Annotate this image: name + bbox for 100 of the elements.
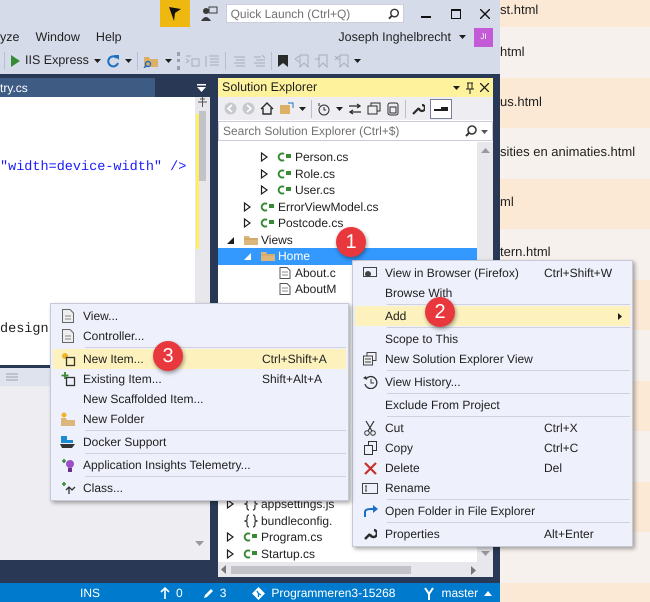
tree-item[interactable]: User.cs <box>218 182 340 198</box>
insert-mode: INS <box>80 586 100 600</box>
link-text[interactable]: tern.html <box>500 242 551 262</box>
menu-item[interactable]: Window <box>27 28 88 46</box>
cut-icon <box>364 420 376 436</box>
menu-item[interactable]: Rename <box>355 478 630 498</box>
caret-up-icon[interactable] <box>484 590 492 596</box>
expander-icon[interactable] <box>259 184 269 196</box>
expander-icon[interactable] <box>225 498 235 510</box>
menu-item[interactable]: Open Folder in File Explorer <box>355 501 630 521</box>
collapse-all-icon[interactable] <box>367 102 381 115</box>
csharp-file-icon <box>277 151 293 164</box>
caret-icon[interactable] <box>164 58 172 62</box>
tree-item[interactable]: Startup.cs <box>218 546 320 562</box>
history-icon[interactable] <box>317 102 331 116</box>
home-icon[interactable] <box>260 102 274 115</box>
search-icon[interactable] <box>465 125 477 137</box>
expander-icon[interactable] <box>225 548 235 560</box>
tree-item[interactable]: Role.cs <box>218 166 340 182</box>
menu-item[interactable]: Existing Item... Shift+Alt+A <box>53 369 346 389</box>
class-icon <box>60 481 76 495</box>
show-all-files-icon[interactable] <box>386 102 400 116</box>
feedback-button[interactable] <box>160 0 190 27</box>
caret-icon[interactable] <box>459 35 466 40</box>
menu-item[interactable]: Docker Support <box>53 432 346 452</box>
caret-icon[interactable] <box>354 58 361 62</box>
branch-icon[interactable] <box>423 586 436 600</box>
menu-item[interactable]: New Folder <box>53 409 346 429</box>
close-icon[interactable] <box>480 8 490 18</box>
delete-icon <box>364 462 376 474</box>
link-text[interactable]: st.html <box>500 0 538 20</box>
repository-name: Programmeren3-15268 <box>271 584 396 602</box>
close-icon[interactable] <box>480 83 489 92</box>
split-handle-icon[interactable] <box>198 97 207 107</box>
tree-item[interactable]: bundleconfig. <box>218 512 336 529</box>
user-name[interactable]: Joseph Inghelbrecht <box>338 28 451 46</box>
wrench-icon[interactable] <box>411 102 425 116</box>
scroll-thumb[interactable] <box>199 111 206 181</box>
up-arrow-icon[interactable] <box>160 587 170 600</box>
menu-item[interactable]: View History... <box>355 372 630 392</box>
menu-item[interactable]: Scope to This <box>355 329 630 349</box>
menu-item[interactable]: New Solution Explorer View <box>355 349 630 369</box>
menu-item[interactable]: View... <box>53 306 346 326</box>
expander-icon[interactable] <box>259 168 269 180</box>
menu-item[interactable]: Help <box>88 28 130 46</box>
switch-arrows-icon[interactable] <box>348 102 362 114</box>
tree-item[interactable]: Program.cs <box>218 529 326 546</box>
link-text[interactable]: us.html <box>500 92 542 112</box>
csharp-file-icon <box>277 184 293 196</box>
menu-item[interactable]: Class... <box>53 478 346 498</box>
docker-icon <box>60 435 76 449</box>
document-tab[interactable]: try.cs <box>0 78 155 97</box>
menu-item[interactable]: Exclude From Project <box>355 395 630 415</box>
search-field[interactable]: Search Solution Explorer (Ctrl+$) <box>218 121 493 141</box>
menu-item[interactable]: Application Insights Telemetry... <box>53 455 346 475</box>
caret-icon[interactable] <box>299 106 306 110</box>
link-text[interactable]: sities en animaties.html <box>500 142 636 162</box>
shortcut-text: Ctrl+C <box>544 440 580 457</box>
link-text[interactable]: html <box>500 42 525 62</box>
tree-item[interactable]: Person.cs <box>218 149 352 166</box>
menu-item[interactable]: Cut Ctrl+X <box>355 418 630 438</box>
tree-item[interactable]: ErrorViewModel.cs <box>218 198 382 215</box>
link-text[interactable]: ml <box>500 192 514 212</box>
menu-item[interactable]: Copy Ctrl+C <box>355 438 630 458</box>
scroll-thumb[interactable] <box>231 566 411 574</box>
tab-menu-icon[interactable] <box>197 84 206 92</box>
expander-icon[interactable] <box>242 217 252 230</box>
scroll-down-icon[interactable] <box>480 551 490 556</box>
expander-icon[interactable] <box>242 200 252 213</box>
tree-item[interactable]: About.c <box>218 264 340 281</box>
menu-item[interactable]: Properties Alt+Enter <box>355 524 630 544</box>
pencil-icon[interactable] <box>202 588 214 599</box>
bookmark-icon[interactable] <box>276 54 289 68</box>
caret-icon[interactable] <box>453 86 460 90</box>
sync-icon[interactable] <box>279 102 294 115</box>
person-chat-icon[interactable] <box>200 6 218 22</box>
caret-icon[interactable] <box>94 58 101 62</box>
run-icon[interactable] <box>10 54 20 66</box>
menu-item[interactable]: Delete Del <box>355 458 630 478</box>
caret-icon[interactable] <box>481 130 488 134</box>
run-target[interactable]: IIS Express <box>25 51 89 70</box>
menu-item[interactable]: View in Browser (Firefox) Ctrl+Shift+W <box>355 263 630 283</box>
menu-item[interactable]: New Scaffolded Item... <box>53 389 346 409</box>
scroll-left-icon[interactable] <box>221 565 226 574</box>
refresh-icon[interactable] <box>106 54 120 68</box>
search-icon <box>388 8 400 20</box>
tree-item[interactable]: AboutM <box>218 281 340 298</box>
expander-icon[interactable] <box>259 151 269 164</box>
caret-icon[interactable] <box>336 106 343 110</box>
menu-item[interactable]: yze <box>0 28 28 46</box>
caret-icon[interactable] <box>124 58 132 62</box>
git-icon[interactable] <box>252 586 266 600</box>
quick-launch-field[interactable]: Quick Launch (Ctrl+Q) <box>226 4 404 23</box>
tree-item[interactable]: Views <box>218 232 297 248</box>
scroll-right-icon[interactable] <box>471 566 476 575</box>
pin-icon[interactable] <box>466 82 474 94</box>
user-avatar[interactable]: JI <box>474 28 493 46</box>
expander-icon[interactable] <box>225 531 235 544</box>
maximize-icon[interactable] <box>450 8 461 18</box>
preview-icon[interactable] <box>430 98 452 118</box>
